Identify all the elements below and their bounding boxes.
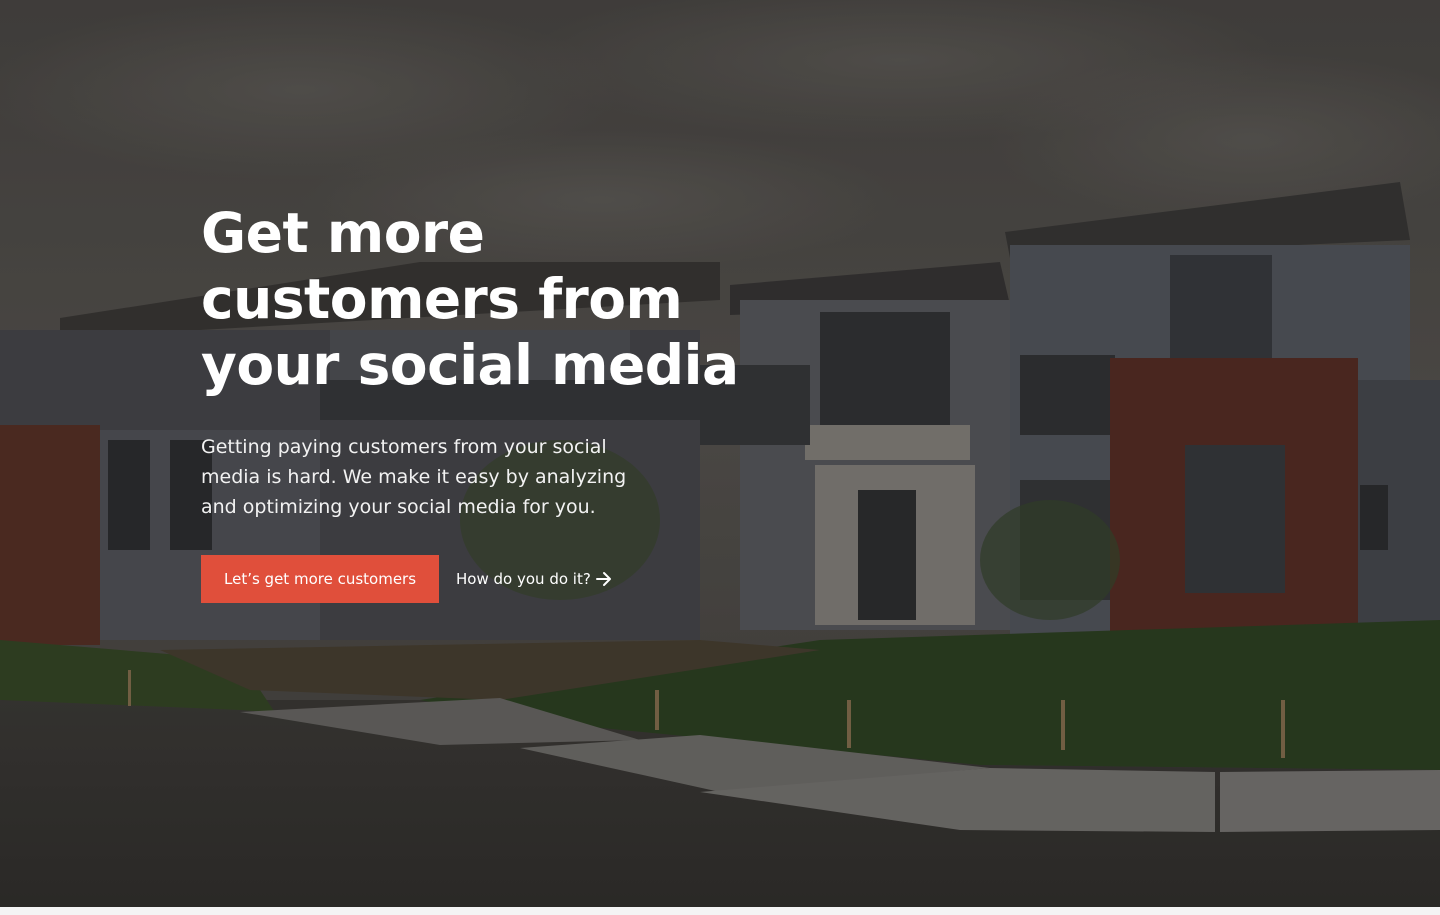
hero-title: Get more customers from your social medi… xyxy=(201,201,739,397)
page-bottom-divider xyxy=(0,907,1440,915)
how-do-you-do-it-link[interactable]: How do you do it? xyxy=(456,570,613,588)
hero-content: Get more customers from your social medi… xyxy=(201,200,801,603)
get-more-customers-button[interactable]: Let’s get more customers xyxy=(201,555,440,603)
how-do-you-do-it-label: How do you do it? xyxy=(456,570,591,588)
cta-row: Let’s get more customers How do you do i… xyxy=(201,555,801,603)
arrow-right-icon xyxy=(595,572,611,586)
hero-section: Get more customers from your social medi… xyxy=(0,0,1440,907)
hero-subtitle: Getting paying customers from your socia… xyxy=(201,436,627,518)
